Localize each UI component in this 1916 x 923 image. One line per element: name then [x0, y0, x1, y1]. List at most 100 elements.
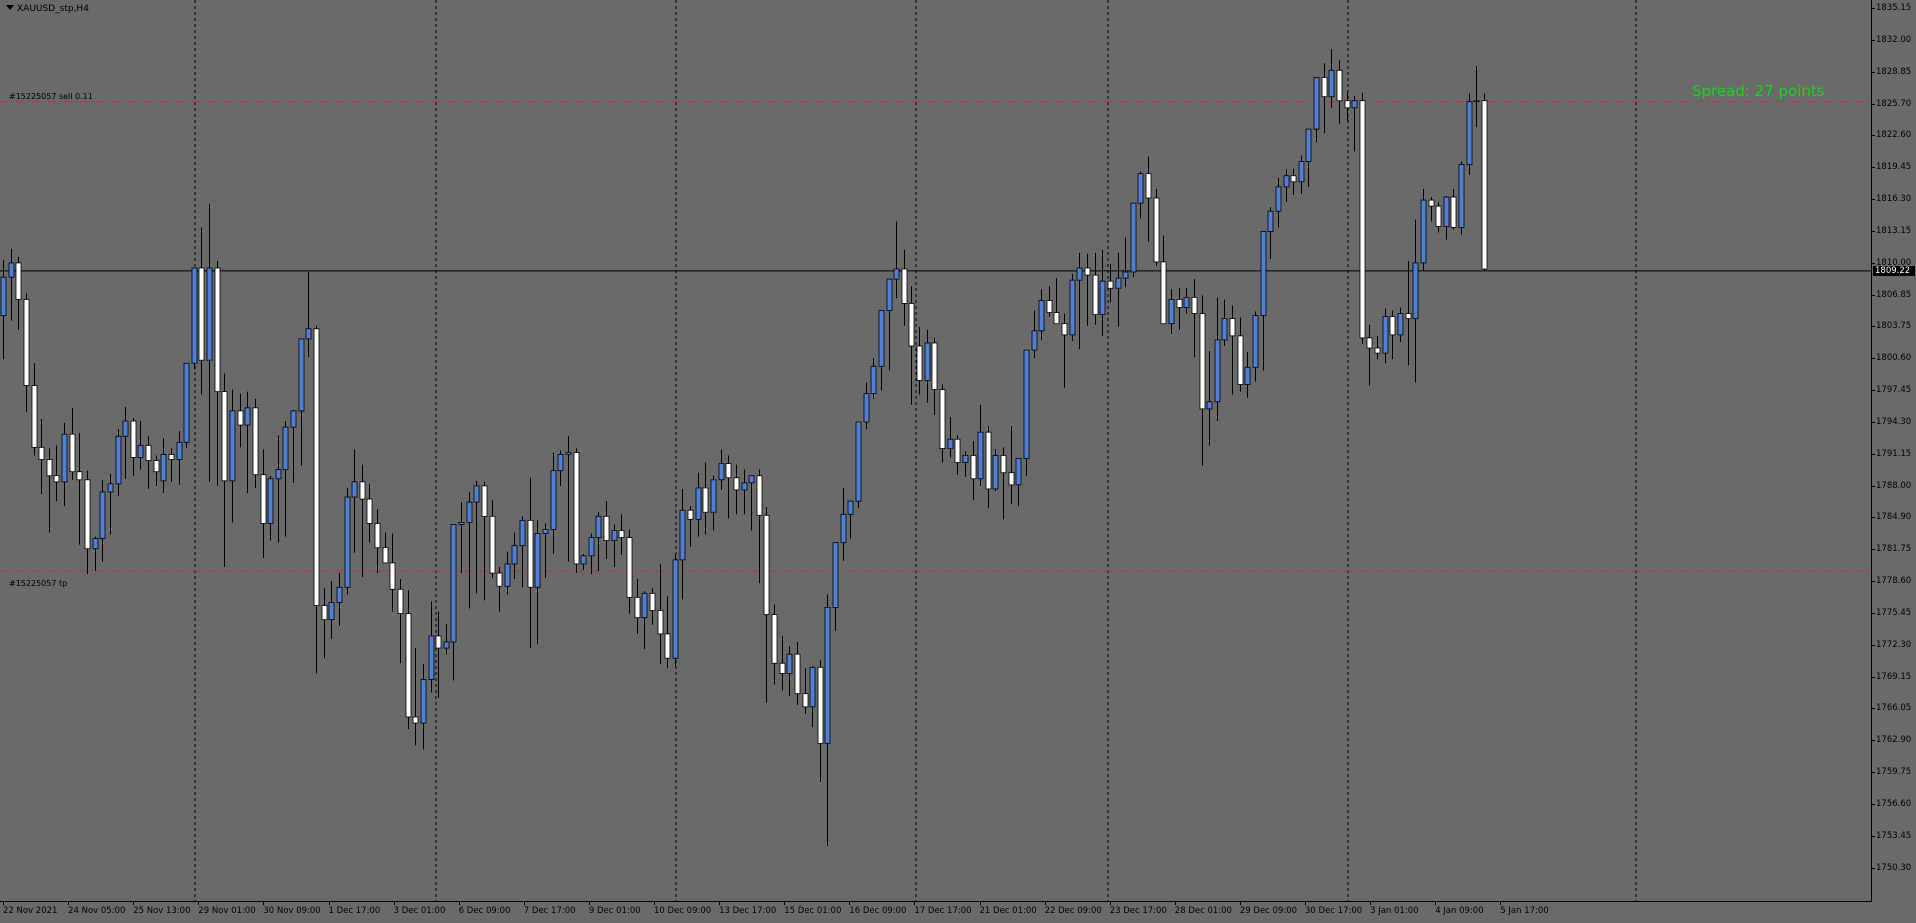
- candle-body-bear: [733, 477, 740, 491]
- candle: [168, 448, 175, 482]
- candle-body-bear: [23, 298, 30, 386]
- candle-body-bull: [962, 455, 969, 463]
- candle-body-bear: [763, 514, 770, 616]
- candle: [985, 426, 992, 509]
- candle: [702, 462, 709, 535]
- candle: [1092, 252, 1099, 325]
- price-tick: 1762.90: [1871, 735, 1912, 746]
- price-tick: 1784.90: [1871, 512, 1912, 523]
- candle: [267, 475, 274, 541]
- price-tick: 1778.60: [1871, 576, 1912, 587]
- candle: [573, 448, 580, 574]
- candle: [947, 416, 954, 458]
- candle-body-bear: [198, 267, 205, 361]
- candle: [802, 668, 809, 714]
- candle-body-bull: [8, 262, 15, 278]
- candle-body-bear: [382, 547, 389, 564]
- candle: [931, 337, 938, 415]
- candle: [31, 363, 38, 456]
- time-tick: 15 Dec 01:00: [784, 902, 842, 916]
- candle: [733, 464, 740, 515]
- candle: [1443, 196, 1450, 240]
- candle: [99, 479, 106, 562]
- candle-body-bull: [99, 491, 106, 539]
- candle: [794, 641, 801, 705]
- candle: [1084, 253, 1091, 326]
- candle: [405, 590, 412, 730]
- candle: [160, 438, 167, 493]
- time-tick: 3 Jan 01:00: [1370, 902, 1419, 916]
- candle: [1107, 263, 1114, 303]
- time-tick: 22 Nov 2021: [3, 902, 58, 916]
- candle-body-bear: [1061, 323, 1068, 336]
- candle-body-bull: [1244, 366, 1251, 385]
- candle: [61, 423, 68, 507]
- candle: [1069, 274, 1076, 341]
- candle: [321, 588, 328, 659]
- candle: [1015, 458, 1022, 507]
- candle: [672, 554, 679, 667]
- candle: [389, 533, 396, 612]
- candle-body-bear: [618, 530, 625, 538]
- candle: [1191, 279, 1198, 358]
- candle: [763, 507, 770, 703]
- price-tick: 1828.85: [1871, 66, 1912, 77]
- candle-body-bear: [1481, 100, 1488, 270]
- candle: [84, 470, 91, 575]
- candle: [1153, 188, 1160, 266]
- candle: [916, 326, 923, 395]
- candle-body-bear: [145, 444, 152, 461]
- candle: [695, 472, 702, 537]
- candle-body-bear: [931, 342, 938, 391]
- candlestick-series[interactable]: [0, 0, 1872, 902]
- candle-body-bear: [1199, 313, 1206, 410]
- candle: [420, 664, 427, 750]
- candle: [908, 286, 915, 405]
- candle-body-bull: [244, 407, 251, 426]
- candle-body-bull: [0, 276, 7, 317]
- candle: [305, 272, 312, 358]
- candle-body-bull: [672, 559, 679, 659]
- candle: [1336, 60, 1343, 125]
- candle: [649, 588, 656, 625]
- candle-body-bull: [458, 521, 465, 525]
- candle-body-bull: [1283, 175, 1290, 188]
- candle: [1115, 252, 1122, 327]
- candle: [832, 542, 839, 631]
- candle-body-bear: [603, 515, 610, 542]
- candle-body-bear: [1405, 313, 1412, 320]
- price-tick: 1756.60: [1871, 799, 1912, 810]
- candle-body-bear: [817, 666, 824, 744]
- candle-body-bull: [1443, 196, 1450, 227]
- price-axis[interactable]: 1835.15 1832.00 1828.85 1825.70 1822.60 1819.…: [1871, 0, 1916, 902]
- candle: [1145, 156, 1152, 242]
- candle: [1252, 311, 1259, 382]
- candle: [634, 579, 641, 634]
- price-tick: 1753.45: [1871, 831, 1912, 842]
- candle-body-bull: [61, 433, 68, 483]
- candle: [1183, 288, 1190, 314]
- candle-body-bull: [1130, 202, 1137, 273]
- triangle-down-icon[interactable]: [6, 5, 14, 10]
- price-tick: 1797.45: [1871, 385, 1912, 396]
- candle: [1229, 305, 1236, 395]
- time-axis[interactable]: 22 Nov 2021 24 Nov 05:00 25 Nov 13:00 29 No…: [0, 902, 1872, 923]
- candle: [1313, 77, 1320, 143]
- candle: [1321, 63, 1328, 134]
- candle-body-bull: [710, 479, 717, 513]
- candle-body-bull: [176, 441, 183, 460]
- candle: [924, 329, 931, 403]
- candle-body-bear: [634, 596, 641, 619]
- price-tick: 1816.30: [1871, 194, 1912, 205]
- time-tick: 22 Dec 09:00: [1044, 902, 1102, 916]
- plot-area[interactable]: XAUUSD_stp,H4 #15225057 sell 0.11 #15225…: [0, 0, 1872, 902]
- candle-body-bear: [168, 454, 175, 460]
- chart-title[interactable]: XAUUSD_stp,H4: [6, 4, 89, 14]
- price-tick: 1766.05: [1871, 703, 1912, 714]
- candle-body-bear: [1008, 472, 1015, 486]
- candle: [687, 506, 694, 547]
- chart-window[interactable]: XAUUSD_stp,H4 #15225057 sell 0.11 #15225…: [0, 0, 1916, 923]
- candle: [1397, 307, 1404, 342]
- candle-body-bull: [115, 435, 122, 485]
- candle: [641, 591, 648, 650]
